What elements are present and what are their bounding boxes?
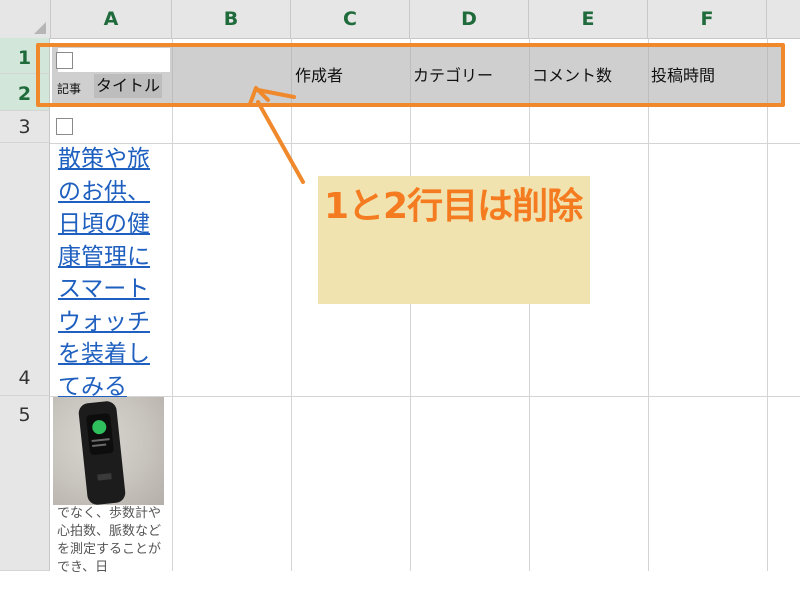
annotation-note: 1と2行目は削除 [318,176,590,304]
column-header-a[interactable]: A [51,0,172,38]
smartwatch-clasp [97,473,112,481]
select-all-button[interactable] [0,0,51,38]
select-all-icon [34,22,46,34]
smartwatch-text-line [91,438,110,443]
smartwatch-text-line [92,443,107,447]
column-header-e[interactable]: E [529,0,648,38]
arrow-shaft-to-note [256,100,305,184]
grid-line [767,38,768,571]
column-header-c[interactable]: C [291,0,410,38]
row-header-5[interactable]: 5 [0,396,50,571]
row-header-3[interactable]: 3 [0,111,50,143]
grid-line [291,38,292,571]
smartwatch-photo [53,397,164,505]
smartwatch-band [77,400,127,505]
grid-line [529,38,530,571]
article-title-link[interactable]: 散策や旅のお供、日頃の健康管理にスマートウォッチを装着してみる [58,143,172,403]
grid-line [172,38,173,571]
column-header-d[interactable]: D [410,0,529,38]
column-header-b[interactable]: B [172,0,291,38]
article-description: でなく、歩数計や心拍数、脈数などを測定することができ、日 [57,506,162,575]
grid-line [648,38,649,571]
smartwatch-screen [85,412,115,456]
annotation-note-text: 1と2行目は削除 [324,186,583,227]
highlight-frame [36,43,785,107]
checkbox-a3[interactable] [56,118,73,135]
column-header-f[interactable]: F [648,0,767,38]
smartwatch-app-icon [91,419,107,435]
grid-line [410,38,411,571]
spreadsheet: A B C D E F 1 2 3 4 5 記事 タイトル 作成者 カテゴリー … [0,0,800,575]
row-header-4[interactable]: 4 [0,143,50,396]
